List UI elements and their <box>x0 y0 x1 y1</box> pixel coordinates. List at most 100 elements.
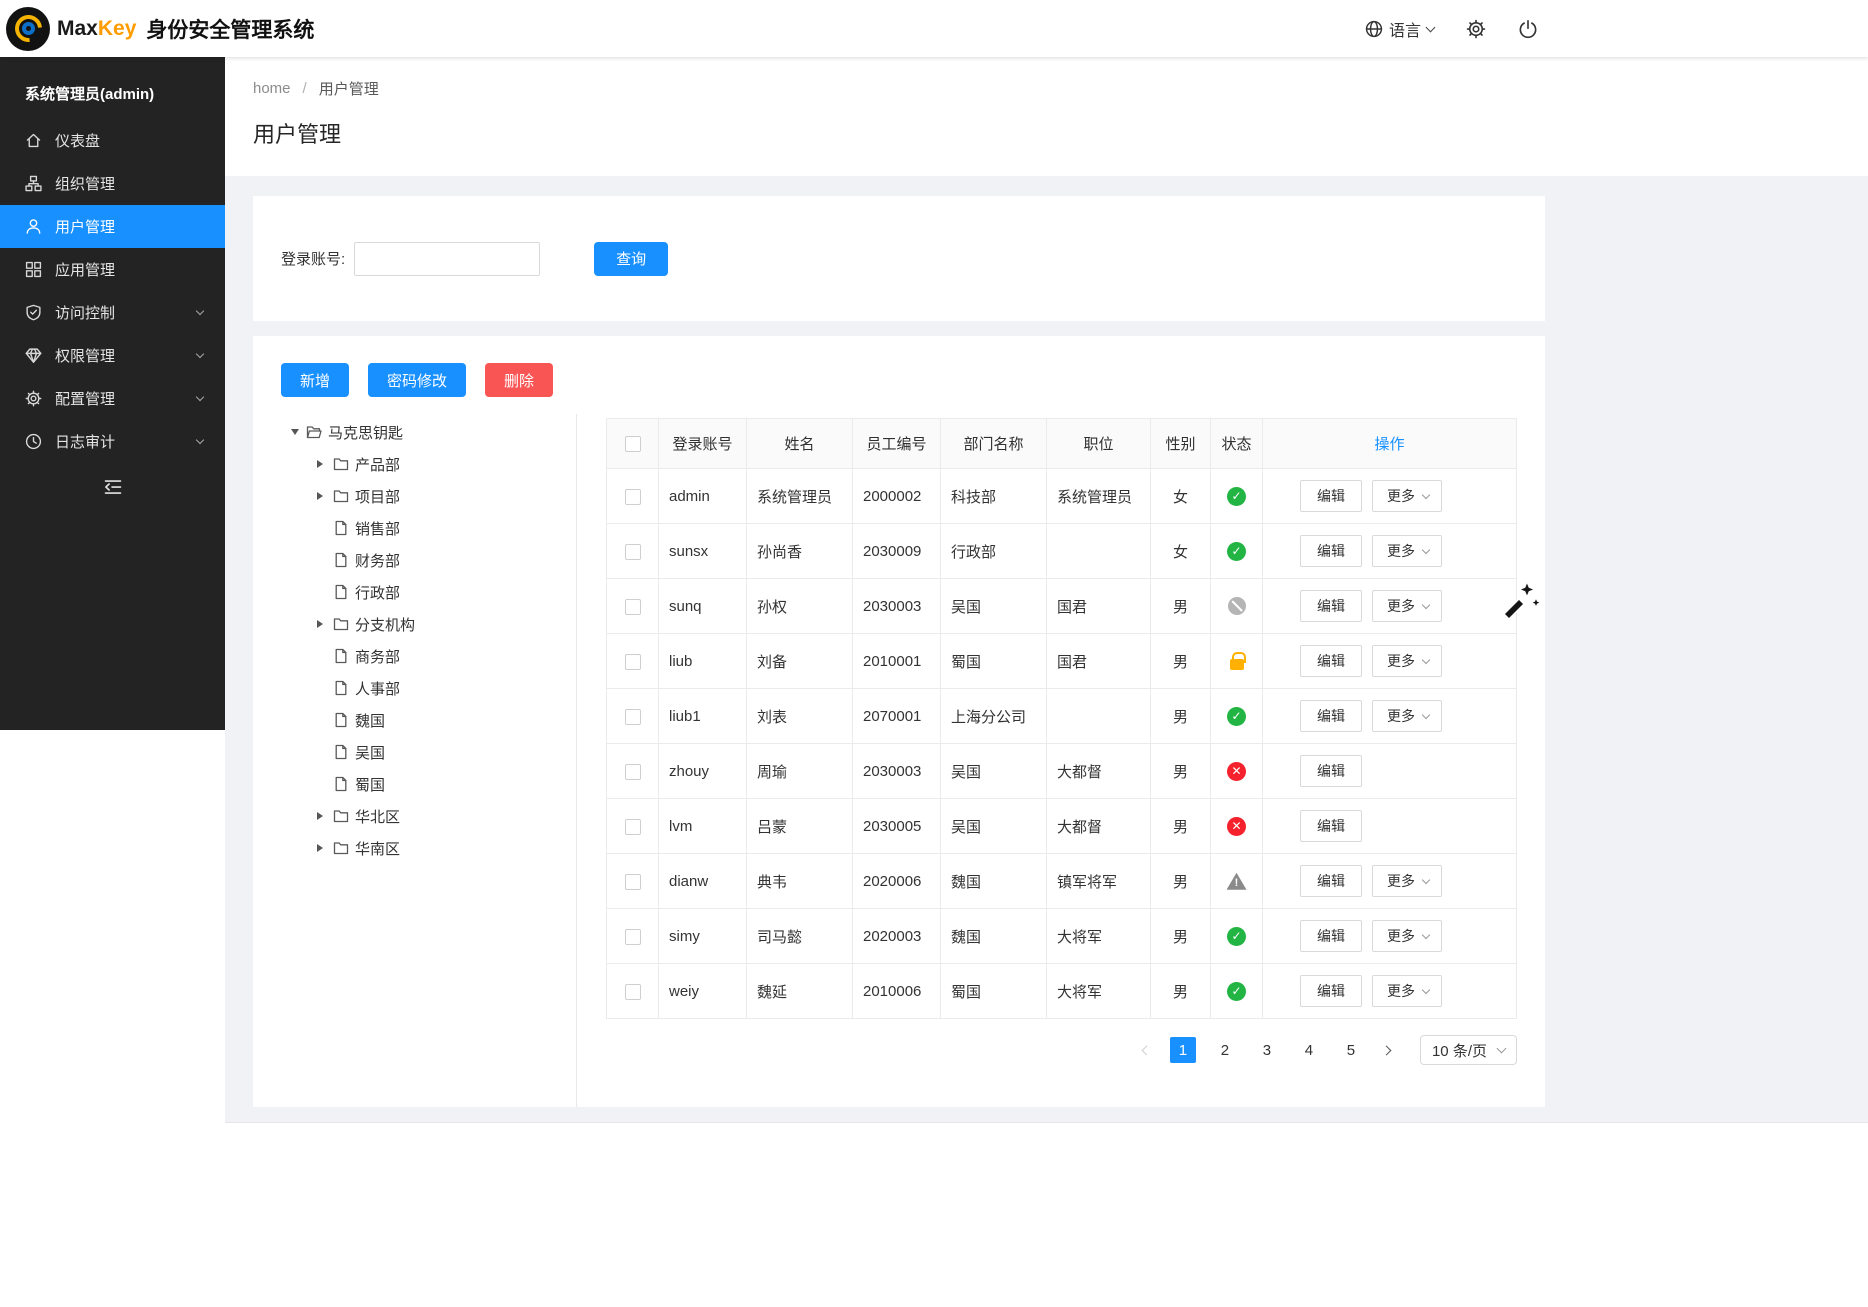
tree-node-label: 产品部 <box>355 454 400 475</box>
edit-button[interactable]: 编辑 <box>1300 535 1362 567</box>
settings-icon[interactable] <box>1466 19 1486 39</box>
sidebar-item-配置管理[interactable]: 配置管理 <box>0 377 225 420</box>
edit-button[interactable]: 编辑 <box>1300 590 1362 622</box>
change-password-button[interactable]: 密码修改 <box>368 363 466 397</box>
page-button-3[interactable]: 3 <box>1254 1037 1280 1063</box>
row-department: 蜀国 <box>941 634 1047 689</box>
row-checkbox[interactable] <box>625 874 641 890</box>
row-department: 吴国 <box>941 799 1047 854</box>
tree-node-分支机构[interactable]: 分支机构 <box>317 608 566 640</box>
row-checkbox[interactable] <box>625 599 641 615</box>
org-tree: 马克思钥匙 产品部项目部销售部财务部行政部分支机构商务部人事部魏国吴国蜀国华北区… <box>253 414 577 1107</box>
sidebar-item-访问控制[interactable]: 访问控制 <box>0 291 225 334</box>
sidebar-item-日志审计[interactable]: 日志审计 <box>0 420 225 463</box>
more-button[interactable]: 更多 <box>1372 645 1442 677</box>
more-button[interactable]: 更多 <box>1372 535 1442 567</box>
tree-node-label: 魏国 <box>355 710 385 731</box>
row-name: 系统管理员 <box>747 469 853 524</box>
folder-icon <box>333 456 349 472</box>
next-page-button[interactable] <box>1374 1037 1400 1063</box>
tree-root[interactable]: 马克思钥匙 <box>290 416 566 448</box>
row-employee-id: 2030009 <box>853 524 941 579</box>
row-name: 孙尚香 <box>747 524 853 579</box>
sidebar-item-组织管理[interactable]: 组织管理 <box>0 162 225 205</box>
login-account-input[interactable] <box>354 242 540 276</box>
tree-node-财务部[interactable]: 财务部 <box>317 544 566 576</box>
logout-icon[interactable] <box>1518 19 1538 39</box>
add-button[interactable]: 新增 <box>281 363 349 397</box>
audit-icon <box>25 433 42 450</box>
more-button[interactable]: 更多 <box>1372 480 1442 512</box>
tree-node-吴国[interactable]: 吴国 <box>317 736 566 768</box>
tree-node-魏国[interactable]: 魏国 <box>317 704 566 736</box>
row-employee-id: 2010001 <box>853 634 941 689</box>
page-size-select[interactable]: 10 条/页 <box>1420 1035 1517 1065</box>
page-button-1[interactable]: 1 <box>1170 1037 1196 1063</box>
prev-page-button[interactable] <box>1134 1037 1160 1063</box>
search-button[interactable]: 查询 <box>594 242 668 276</box>
table-row: lvm吕蒙2030005吴国大都督男✕编辑 <box>607 799 1517 854</box>
user-table: 登录账号 姓名 员工编号 部门名称 职位 性别 状态 操作 admin系统管理员… <box>606 418 1517 1019</box>
sidebar-item-权限管理[interactable]: 权限管理 <box>0 334 225 377</box>
more-button[interactable]: 更多 <box>1372 920 1442 952</box>
page-button-5[interactable]: 5 <box>1338 1037 1364 1063</box>
sidebar-menu: 系统管理员(admin) 仪表盘组织管理用户管理应用管理访问控制权限管理配置管理… <box>0 57 225 730</box>
row-name: 刘备 <box>747 634 853 689</box>
edit-button[interactable]: 编辑 <box>1300 645 1362 677</box>
more-button[interactable]: 更多 <box>1372 700 1442 732</box>
more-button[interactable]: 更多 <box>1372 975 1442 1007</box>
tree-node-销售部[interactable]: 销售部 <box>317 512 566 544</box>
tree-node-蜀国[interactable]: 蜀国 <box>317 768 566 800</box>
menu-fold-icon[interactable] <box>103 477 123 497</box>
row-checkbox[interactable] <box>625 709 641 725</box>
tree-node-人事部[interactable]: 人事部 <box>317 672 566 704</box>
row-employee-id: 2030005 <box>853 799 941 854</box>
row-checkbox[interactable] <box>625 654 641 670</box>
tree-node-产品部[interactable]: 产品部 <box>317 448 566 480</box>
edit-button[interactable]: 编辑 <box>1300 975 1362 1007</box>
row-checkbox[interactable] <box>625 984 641 1000</box>
chevron-down-icon <box>1422 875 1430 883</box>
chevron-right-icon <box>1382 1045 1392 1055</box>
tree-node-华南区[interactable]: 华南区 <box>317 832 566 864</box>
more-button[interactable]: 更多 <box>1372 865 1442 897</box>
sidebar-item-应用管理[interactable]: 应用管理 <box>0 248 225 291</box>
document-icon <box>333 680 349 696</box>
table-row: zhouy周瑜2030003吴国大都督男✕编辑 <box>607 744 1517 799</box>
sidebar-item-仪表盘[interactable]: 仪表盘 <box>0 119 225 162</box>
tree-node-商务部[interactable]: 商务部 <box>317 640 566 672</box>
chevron-down-icon <box>196 307 204 315</box>
edit-button[interactable]: 编辑 <box>1300 700 1362 732</box>
row-checkbox[interactable] <box>625 819 641 835</box>
edit-button[interactable]: 编辑 <box>1300 865 1362 897</box>
sidebar-item-label: 组织管理 <box>55 173 207 194</box>
edit-button[interactable]: 编辑 <box>1300 810 1362 842</box>
row-account: liub <box>659 634 747 689</box>
page-button-4[interactable]: 4 <box>1296 1037 1322 1063</box>
tree-node-项目部[interactable]: 项目部 <box>317 480 566 512</box>
tree-node-华北区[interactable]: 华北区 <box>317 800 566 832</box>
edit-button[interactable]: 编辑 <box>1300 755 1362 787</box>
row-name: 周瑜 <box>747 744 853 799</box>
edit-button[interactable]: 编辑 <box>1300 920 1362 952</box>
row-checkbox[interactable] <box>625 929 641 945</box>
sidebar-collapse <box>0 463 225 497</box>
sidebar-item-用户管理[interactable]: 用户管理 <box>0 205 225 248</box>
edit-button[interactable]: 编辑 <box>1300 480 1362 512</box>
page-button-2[interactable]: 2 <box>1212 1037 1238 1063</box>
delete-button[interactable]: 删除 <box>485 363 553 397</box>
row-checkbox[interactable] <box>625 544 641 560</box>
row-checkbox[interactable] <box>625 489 641 505</box>
access-control-icon <box>25 304 42 321</box>
row-employee-id: 2030003 <box>853 579 941 634</box>
more-button-label: 更多 <box>1387 596 1415 616</box>
row-actions-cell: 编辑更多 <box>1263 909 1517 964</box>
select-all-checkbox[interactable] <box>625 436 641 452</box>
language-selector[interactable]: 语言 <box>1365 17 1434 41</box>
tree-node-行政部[interactable]: 行政部 <box>317 576 566 608</box>
toolbar: 新增 密码修改 删除 <box>253 363 1545 397</box>
row-checkbox[interactable] <box>625 764 641 780</box>
row-status-cell: ✕ <box>1211 744 1263 799</box>
more-button[interactable]: 更多 <box>1372 590 1442 622</box>
breadcrumb-home[interactable]: home <box>253 80 291 97</box>
